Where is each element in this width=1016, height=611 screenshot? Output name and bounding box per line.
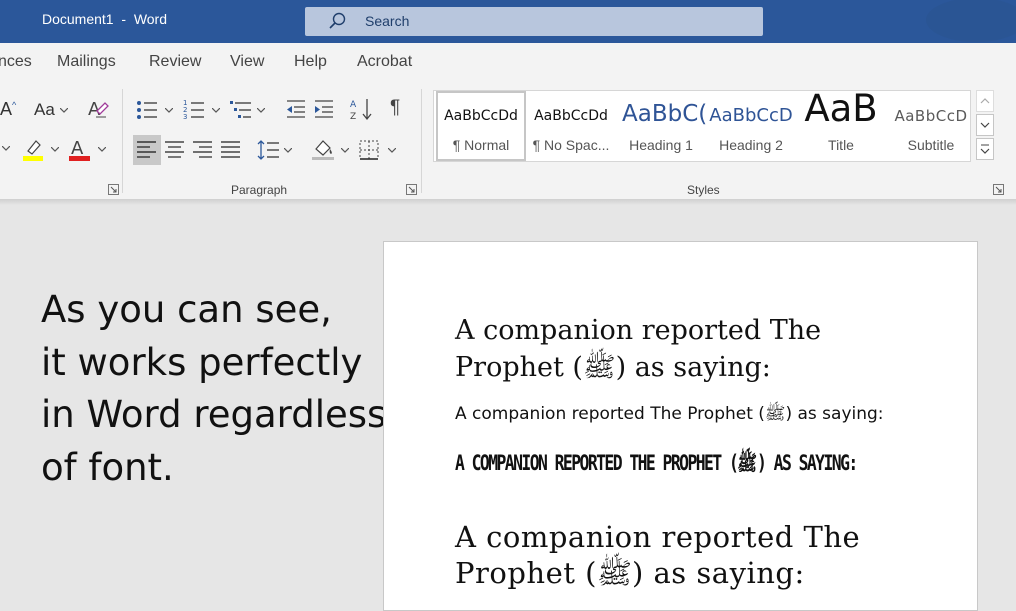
paragraph-group-label: Paragraph [231, 183, 288, 197]
chevron-down-icon [98, 147, 106, 152]
change-case-button[interactable]: Aa [34, 100, 55, 120]
line-spacing-icon[interactable] [257, 139, 281, 161]
shading-icon[interactable] [312, 137, 336, 161]
paragraph-dialog-launcher-icon[interactable] [406, 184, 417, 195]
style-title[interactable]: AaB Title [796, 87, 886, 161]
styles-gallery: AaBbCcDd ¶ Normal AaBbCcDd ¶ No Spac... … [433, 87, 971, 162]
sort-icon[interactable]: AZ [350, 97, 374, 121]
tab-mailings[interactable]: Mailings [57, 53, 116, 71]
ribbon: A^ Aa A A 123 AZ ¶ Paragraph AaBbCcDd ¶ … [0, 83, 1016, 205]
caption-line: As you can see, [41, 288, 332, 331]
style-normal[interactable]: AaBbCcDd ¶ Normal [436, 91, 526, 161]
pilcrow-icon: ¶ [390, 97, 401, 118]
search-box[interactable]: Search [305, 7, 763, 36]
align-center-icon[interactable] [165, 141, 185, 159]
caption-text: As you can see, it works perfectly in Wo… [41, 284, 386, 494]
expand-gallery-icon [980, 144, 990, 154]
document-paragraph[interactable]: A companion reported The Prophet (ﷺ) as … [455, 402, 935, 426]
show-formatting-marks-button[interactable]: ¶ [390, 97, 400, 119]
multilevel-list-icon[interactable] [230, 99, 254, 121]
style-heading-1[interactable]: AaBbC( Heading 1 [616, 91, 706, 161]
tab-review[interactable]: Review [149, 53, 201, 71]
chevron-up-icon [980, 98, 990, 104]
chevron-down-icon [212, 108, 220, 113]
align-right-icon[interactable] [193, 141, 213, 159]
font-color-icon[interactable]: A [69, 137, 93, 163]
document-paragraph[interactable]: A companion reported The Prophet (ﷺ) as … [455, 312, 855, 386]
document-paragraph[interactable]: A companion reported The Prophet (ﷺ) as … [455, 519, 875, 591]
style-heading-2[interactable]: AaBbCcD Heading 2 [706, 91, 796, 161]
tab-acrobat[interactable]: Acrobat [357, 53, 412, 71]
svg-text:3: 3 [183, 113, 187, 121]
titlebar-decor [876, 0, 1016, 43]
svg-text:Z: Z [350, 112, 356, 121]
gallery-scroll-up[interactable] [976, 90, 994, 112]
styles-dialog-launcher-icon[interactable] [993, 184, 1004, 195]
chevron-down-icon [284, 148, 292, 153]
caption-line: of font. [41, 445, 174, 489]
clear-formatting-icon[interactable]: A [87, 97, 109, 121]
caption-line: it works perfectly [41, 340, 363, 384]
tab-references[interactable]: nces [0, 53, 32, 71]
tab-help[interactable]: Help [294, 53, 327, 71]
increase-indent-icon[interactable] [313, 99, 335, 119]
svg-text:A: A [350, 100, 357, 110]
style-subtitle[interactable]: AaBbCcD Subtitle [886, 91, 976, 161]
chevron-down-icon [257, 108, 265, 113]
svg-text:A: A [71, 138, 84, 159]
ribbon-tabs: nces Mailings Review View Help Acrobat [0, 43, 1016, 83]
chevron-down-icon [60, 108, 68, 113]
style-no-spacing[interactable]: AaBbCcDd ¶ No Spac... [526, 91, 616, 161]
document-page[interactable]: A companion reported The Prophet (ﷺ) as … [383, 241, 978, 611]
chevron-down-icon [165, 108, 173, 113]
justify-icon[interactable] [221, 141, 241, 159]
chevron-down-icon [51, 147, 59, 152]
align-left-icon[interactable] [137, 141, 157, 159]
chevron-down-icon [341, 148, 349, 153]
borders-icon[interactable] [359, 140, 379, 160]
gallery-more[interactable] [976, 138, 994, 160]
chevron-down-icon [2, 146, 10, 151]
search-label: Search [365, 13, 410, 29]
chevron-down-icon [980, 122, 990, 128]
gallery-scroll-down[interactable] [976, 114, 994, 136]
decrease-indent-icon[interactable] [285, 99, 307, 119]
font-dialog-launcher-icon[interactable] [108, 184, 119, 195]
numbering-icon[interactable]: 123 [183, 99, 207, 121]
caption-line: in Word regardless [41, 393, 387, 436]
highlight-color-icon[interactable] [22, 138, 46, 162]
grow-font-button[interactable]: A^ [0, 99, 16, 120]
chevron-down-icon [388, 148, 396, 153]
tab-view[interactable]: View [230, 53, 264, 71]
title-bar: Document1 - Word Search [0, 0, 1016, 43]
window-title: Document1 - Word [42, 11, 168, 27]
search-icon [327, 11, 347, 31]
styles-group-label: Styles [687, 183, 720, 197]
document-paragraph[interactable]: A companion reported The Prophet (ﷺ) as … [455, 446, 861, 480]
bullets-icon[interactable] [136, 99, 160, 121]
